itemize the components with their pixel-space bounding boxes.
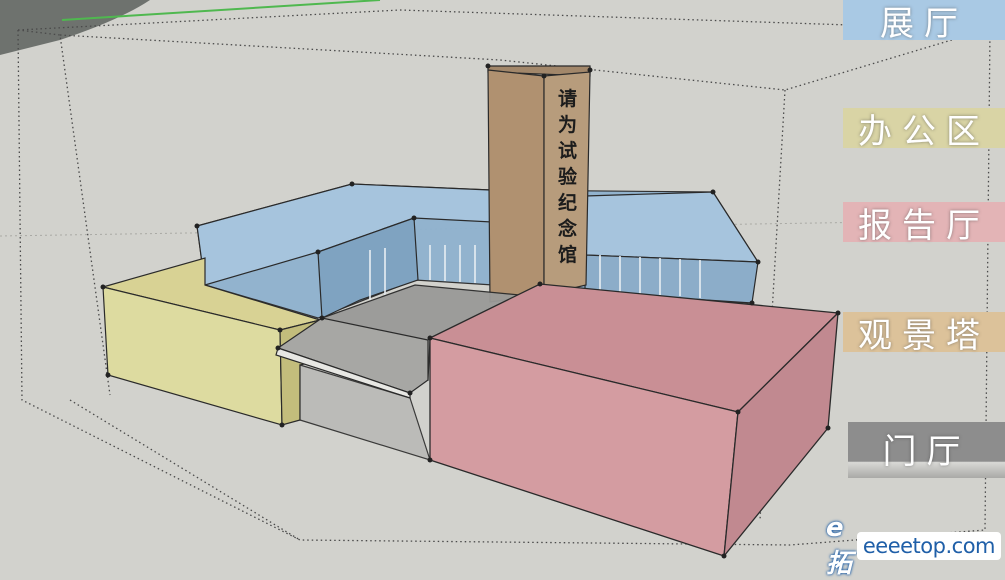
legend-label: 办公区: [858, 111, 990, 152]
watermark-logo: e拓: [826, 513, 855, 579]
legend-label: 展厅: [880, 3, 968, 44]
3d-model-viewport[interactable]: 请 为 试 验 纪 念 馆: [0, 0, 1005, 568]
legend-observation-tower[interactable]: 观景塔: [843, 312, 1005, 356]
inscription-char: 念: [557, 217, 577, 240]
watermark: e拓 eeeetop.com: [826, 513, 1001, 579]
legend-entrance-hall[interactable]: 门厅: [848, 422, 1005, 478]
observation-tower[interactable]: 请 为 试 验 纪 念 馆: [487, 65, 591, 303]
legend-label: 门厅: [882, 431, 971, 472]
legend-label: 报告厅: [858, 205, 990, 246]
legend-office-area[interactable]: 办公区: [843, 108, 1005, 152]
legend-exhibition-hall[interactable]: 展厅: [843, 0, 1005, 44]
tower-inscription: 请 为 试 验 纪 念 馆: [557, 87, 578, 266]
watermark-url: eeeetop.com: [856, 532, 1001, 560]
legend-label: 观景塔: [858, 315, 990, 356]
inscription-char: 为: [558, 113, 577, 136]
inscription-char: 试: [558, 140, 577, 162]
inscription-char: 纪: [558, 191, 577, 214]
legend-lecture-hall[interactable]: 报告厅: [843, 202, 1005, 246]
inscription-char: 请: [558, 87, 577, 110]
inscription-char: 馆: [558, 243, 577, 266]
inscription-char: 验: [558, 165, 578, 188]
